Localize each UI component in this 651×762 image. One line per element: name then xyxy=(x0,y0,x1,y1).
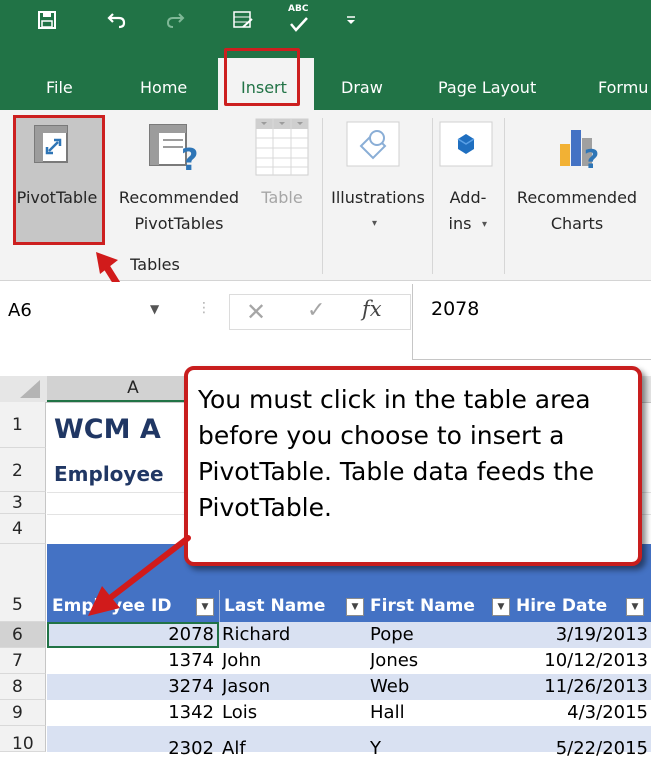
save-icon[interactable] xyxy=(36,9,58,31)
table-icon xyxy=(255,118,309,180)
callout-arrow-icon xyxy=(88,535,191,616)
instruction-callout: You must click in the table area before … xyxy=(184,366,642,566)
row-header[interactable]: 5 xyxy=(0,544,46,622)
spelling-icon[interactable]: ABC xyxy=(286,4,312,36)
row-header[interactable]: 3 xyxy=(0,492,46,514)
tab-formulas[interactable]: Formu xyxy=(598,78,648,97)
cell-last-name[interactable]: Lois xyxy=(222,702,257,723)
ribbon-separator xyxy=(322,118,323,274)
recommended-pivottables-label-1: Recommended xyxy=(118,188,240,207)
cell-employee-id[interactable]: 3274 xyxy=(150,676,214,697)
name-box-value: A6 xyxy=(8,300,32,321)
cell-first-name[interactable]: Jones xyxy=(370,650,418,671)
sheet-title[interactable]: WCM A xyxy=(54,414,161,445)
tab-home[interactable]: Home xyxy=(140,78,187,97)
cell-hire-date[interactable]: 10/12/2013 xyxy=(520,650,648,671)
cell-last-name[interactable]: John xyxy=(222,650,261,671)
cell-last-name[interactable]: Jason xyxy=(222,676,270,697)
row-header[interactable]: 8 xyxy=(0,674,46,700)
addins-icon xyxy=(438,120,494,172)
svg-text:?: ? xyxy=(584,145,599,172)
group-tables-label: Tables xyxy=(130,255,180,274)
row-header[interactable]: 7 xyxy=(0,648,46,674)
tab-file[interactable]: File xyxy=(46,78,73,97)
cell-hire-date[interactable]: 4/3/2015 xyxy=(520,702,648,723)
illustrations-icon xyxy=(345,120,401,172)
header-hire-date[interactable]: Hire Date xyxy=(516,596,607,616)
pivottable-icon xyxy=(34,125,68,167)
filter-dropdown-icon[interactable]: ▼ xyxy=(492,598,510,616)
addins-dropdown-icon: ▾ xyxy=(482,219,488,230)
formula-bar-grip-icon: ⋮ xyxy=(197,300,211,316)
row-header[interactable]: 6 xyxy=(0,622,46,648)
recommended-pivottables-label-2: PivotTables xyxy=(134,214,224,233)
addins-label-1: Add- xyxy=(449,188,487,207)
header-first-name[interactable]: First Name xyxy=(370,596,475,616)
row-header[interactable]: 1 xyxy=(0,402,46,448)
cell-hire-date[interactable]: 5/22/2015 xyxy=(520,738,648,759)
tab-draw[interactable]: Draw xyxy=(341,78,383,97)
ribbon-separator xyxy=(432,118,433,274)
name-box[interactable]: A6 ▼ xyxy=(0,294,200,330)
tab-page-layout[interactable]: Page Layout xyxy=(438,78,536,97)
table-label: Table xyxy=(261,188,303,207)
filter-dropdown-icon[interactable]: ▼ xyxy=(626,598,644,616)
pivottable-label: PivotTable xyxy=(16,188,98,207)
cancel-icon[interactable]: ✕ xyxy=(246,298,266,326)
ribbon-tab-bar xyxy=(0,40,651,110)
form-icon[interactable] xyxy=(232,9,254,31)
formula-input[interactable]: 2078 xyxy=(412,284,651,360)
name-box-dropdown-icon[interactable]: ▼ xyxy=(150,302,159,316)
svg-text:?: ? xyxy=(181,143,198,172)
cell-first-name[interactable]: Web xyxy=(370,676,409,697)
cell-first-name[interactable]: Pope xyxy=(370,624,414,645)
insert-tab-highlight xyxy=(224,48,300,106)
insert-function-icon[interactable]: fx xyxy=(362,297,382,321)
row-header[interactable]: 2 xyxy=(0,448,46,492)
header-last-name[interactable]: Last Name xyxy=(224,596,325,616)
recommended-charts-label-2: Charts xyxy=(550,214,604,233)
select-all-icon[interactable] xyxy=(0,376,46,402)
cell-first-name[interactable]: Hall xyxy=(370,702,405,723)
filter-dropdown-icon[interactable]: ▼ xyxy=(346,598,364,616)
customize-icon[interactable] xyxy=(340,9,362,31)
cell-last-name[interactable]: Alf xyxy=(222,738,246,759)
cell-employee-id[interactable]: 1342 xyxy=(150,702,214,723)
cell-employee-id[interactable]: 2302 xyxy=(150,738,214,759)
redo-icon[interactable] xyxy=(164,9,186,31)
formula-input-value: 2078 xyxy=(431,298,480,320)
row-header[interactable]: 9 xyxy=(0,700,46,726)
illustrations-label: Illustrations xyxy=(331,188,425,207)
illustrations-dropdown-icon: ▾ xyxy=(372,218,378,229)
recommended-pivottables-icon: ? xyxy=(149,124,203,178)
sheet-subtitle[interactable]: Employee xyxy=(54,462,164,486)
undo-icon[interactable] xyxy=(106,9,128,31)
quick-access-toolbar xyxy=(0,0,651,40)
enter-icon[interactable]: ✓ xyxy=(307,298,325,323)
addins-label-2: ins xyxy=(448,214,472,233)
cell-hire-date[interactable]: 3/19/2013 xyxy=(520,624,648,645)
cell-hire-date[interactable]: 11/26/2013 xyxy=(520,676,648,697)
ribbon-separator xyxy=(504,118,505,274)
cell-first-name[interactable]: Y xyxy=(370,738,381,759)
cell-last-name[interactable]: Richard xyxy=(222,624,290,645)
row-header[interactable]: 4 xyxy=(0,514,46,544)
row-header[interactable]: 10 xyxy=(0,726,46,754)
cell-employee-id[interactable]: 1374 xyxy=(150,650,214,671)
recommended-charts-icon: ? xyxy=(558,122,608,176)
recommended-charts-label-1: Recommended xyxy=(516,188,638,207)
